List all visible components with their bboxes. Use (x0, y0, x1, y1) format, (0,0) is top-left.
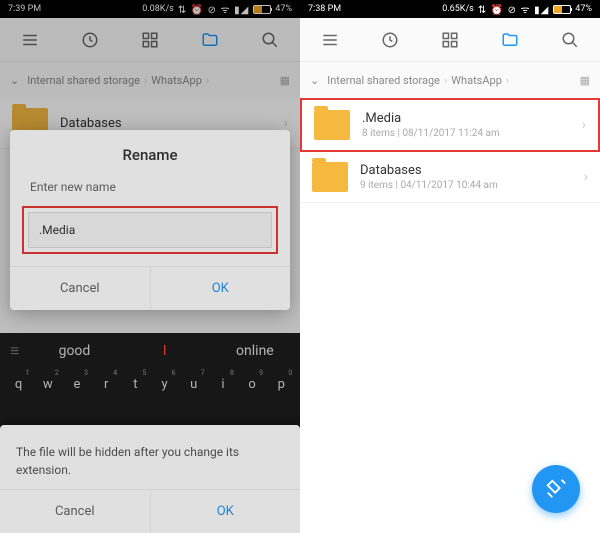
battery-pct: 47% (275, 4, 292, 14)
breadcrumb-path1[interactable]: Internal shared storage (327, 74, 440, 87)
key-u[interactable]: 7u (181, 371, 207, 398)
folder-tab-icon[interactable] (500, 30, 520, 50)
key-p[interactable]: 0p (268, 371, 294, 398)
net-speed: 0.08K/s (142, 4, 174, 14)
battery-icon (553, 5, 571, 14)
breadcrumb[interactable]: ⌄ Internal shared storage › WhatsApp › ▦ (0, 62, 300, 98)
breadcrumb[interactable]: ⌄ Internal shared storage › WhatsApp › ▦ (300, 62, 600, 98)
dialog-label: Enter new name (10, 180, 290, 194)
key-q[interactable]: 1q (6, 371, 32, 398)
clock-icon[interactable] (380, 30, 400, 50)
folder-name: Databases (60, 116, 284, 131)
grid-icon[interactable] (140, 30, 160, 50)
status-bar: 7:39 PM 0.08K/s ⇅ ⏰ ⊘ ᯤ ▮◢ 47% (0, 0, 300, 18)
breadcrumb-path1[interactable]: Internal shared storage (27, 74, 140, 87)
key-y[interactable]: 6y (152, 371, 178, 398)
menu-icon[interactable] (20, 30, 40, 50)
search-icon[interactable] (260, 30, 280, 50)
chevron-right-icon: › (284, 115, 288, 131)
rename-input[interactable] (28, 212, 272, 248)
folder-name: .Media (362, 111, 582, 126)
breadcrumb-path2[interactable]: WhatsApp (151, 74, 202, 87)
key-o[interactable]: 9o (239, 371, 265, 398)
status-icons: ⇅ ⏰ ⊘ ᯤ ▮◢ (478, 2, 549, 16)
ok-button[interactable]: OK (151, 490, 301, 533)
clean-fab-button[interactable] (532, 465, 580, 513)
chevron-right-icon: › (584, 169, 588, 185)
status-time: 7:39 PM (8, 4, 41, 14)
input-highlight (22, 206, 278, 254)
key-t[interactable]: 5t (122, 371, 148, 398)
status-bar: 7:38 PM 0.65K/s ⇅ ⏰ ⊘ ᯤ ▮◢ 47% (300, 0, 600, 18)
search-icon[interactable] (560, 30, 580, 50)
folder-tab-icon[interactable] (200, 30, 220, 50)
menu-icon[interactable] (320, 30, 340, 50)
dialog-title: Rename (10, 146, 290, 164)
toolbar (0, 18, 300, 62)
chevron-right-icon: › (444, 74, 447, 87)
suggestion-3[interactable]: online (210, 343, 300, 359)
battery-pct: 47% (575, 4, 592, 14)
folder-name: Databases (360, 163, 584, 178)
toolbar (300, 18, 600, 62)
status-time: 7:38 PM (308, 4, 341, 14)
cancel-button[interactable]: Cancel (0, 490, 151, 533)
grid-icon[interactable] (440, 30, 460, 50)
chevron-right-icon: › (582, 117, 586, 133)
key-i[interactable]: 8i (210, 371, 236, 398)
kb-menu-icon[interactable]: ≡ (0, 341, 29, 361)
folder-meta: 8 items | 08/11/2017 11:24 am (362, 128, 582, 139)
view-grid-icon[interactable]: ▦ (580, 74, 590, 87)
ok-button[interactable]: OK (151, 267, 291, 310)
rename-dialog: Rename Enter new name Cancel OK (10, 130, 290, 310)
net-speed: 0.65K/s (442, 4, 474, 14)
folder-meta: 9 items | 04/11/2017 10:44 am (360, 180, 584, 191)
cancel-button[interactable]: Cancel (10, 267, 151, 310)
chevron-down-icon[interactable]: ⌄ (10, 74, 19, 87)
folder-item-media[interactable]: .Media 8 items | 08/11/2017 11:24 am › (300, 98, 600, 152)
chevron-right-icon: › (506, 74, 509, 87)
chevron-down-icon[interactable]: ⌄ (310, 74, 319, 87)
chevron-right-icon: › (144, 74, 147, 87)
key-r[interactable]: 4r (93, 371, 119, 398)
key-e[interactable]: 3e (64, 371, 90, 398)
warning-text: The file will be hidden after you change… (16, 443, 284, 479)
status-icons: ⇅ ⏰ ⊘ ᯤ ▮◢ (178, 2, 249, 16)
extension-warning-dialog: The file will be hidden after you change… (0, 425, 300, 533)
chevron-right-icon: › (206, 74, 209, 87)
folder-item-databases[interactable]: Databases 9 items | 04/11/2017 10:44 am … (300, 152, 600, 203)
folder-icon (314, 110, 350, 140)
suggestion-2[interactable]: I (120, 343, 210, 359)
key-w[interactable]: 2w (35, 371, 61, 398)
view-grid-icon[interactable]: ▦ (280, 74, 290, 87)
battery-icon (253, 5, 271, 14)
folder-icon (312, 162, 348, 192)
clock-icon[interactable] (80, 30, 100, 50)
breadcrumb-path2[interactable]: WhatsApp (451, 74, 502, 87)
suggestion-1[interactable]: good (29, 343, 119, 359)
